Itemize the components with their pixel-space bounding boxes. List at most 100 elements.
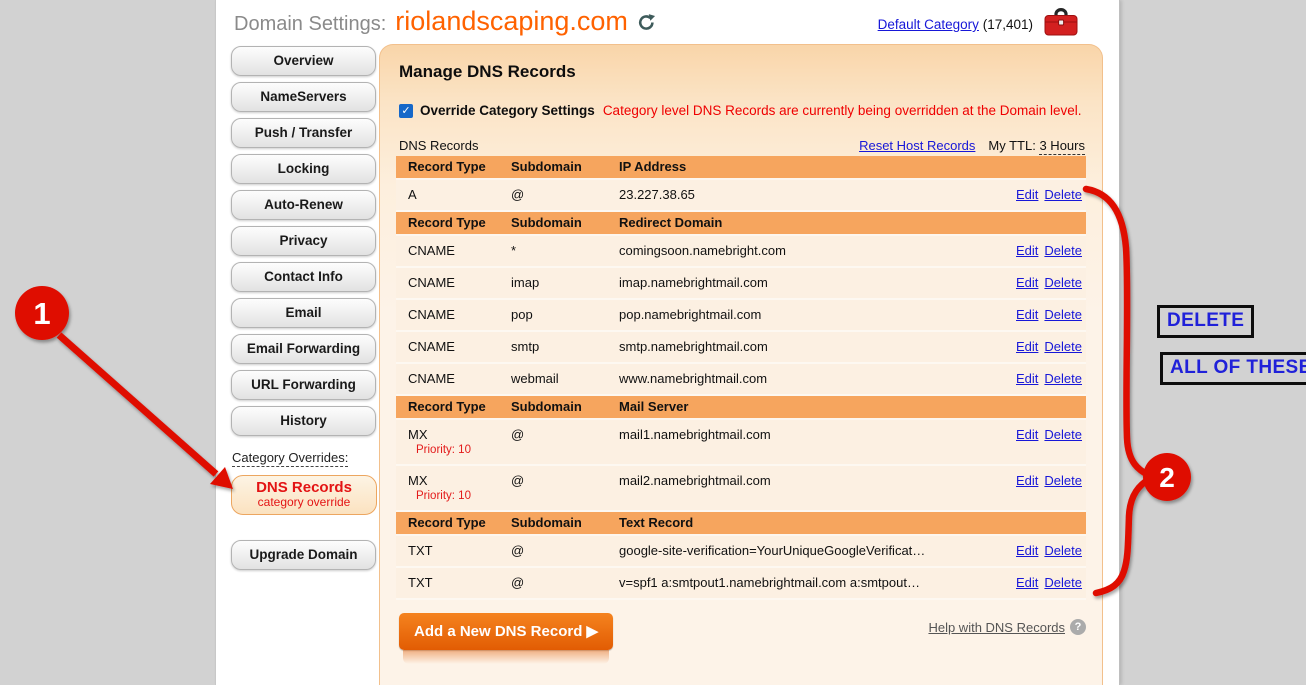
record-type-cell: CNAME (396, 371, 511, 386)
delete-link[interactable]: Delete (1044, 371, 1082, 386)
delete-link[interactable]: Delete (1044, 427, 1082, 442)
edit-link[interactable]: Edit (1016, 339, 1038, 354)
default-category-link[interactable]: Default Category (878, 17, 979, 32)
record-type: CNAME (408, 307, 511, 322)
record-type-cell: MX Priority: 10 (396, 427, 511, 456)
sidebar-item-upgrade-domain[interactable]: Upgrade Domain (231, 540, 376, 570)
delete-link[interactable]: Delete (1044, 473, 1082, 488)
delete-link[interactable]: Delete (1044, 187, 1082, 202)
delete-link[interactable]: Delete (1044, 243, 1082, 258)
delete-link[interactable]: Delete (1044, 275, 1082, 290)
record-type: TXT (408, 575, 511, 590)
record-type-cell: TXT (396, 543, 511, 558)
table-row: MXPriority: 10@mail1.namebrightmail.comE… (396, 420, 1086, 466)
sidebar-item-dns-records[interactable]: DNS Records category override (231, 475, 377, 515)
delete-link[interactable]: Delete (1044, 307, 1082, 322)
column-header: Record Type (396, 399, 511, 414)
edit-link[interactable]: Edit (1016, 473, 1038, 488)
ttl-display: My TTL: 3 Hours (988, 138, 1085, 153)
row-actions: Edit Delete (1000, 575, 1086, 590)
dns-records-label: DNS Records (232, 480, 376, 496)
record-value-cell: mail1.namebrightmail.com (619, 427, 1000, 442)
column-header: Subdomain (511, 515, 619, 530)
table-row: MXPriority: 10@mail2.namebrightmail.comE… (396, 466, 1086, 512)
sidebar-item-email[interactable]: Email (231, 298, 376, 328)
subdomain-cell: @ (511, 575, 619, 590)
page-title: Domain Settings: (234, 13, 386, 36)
override-checkbox[interactable]: ✓ (399, 104, 413, 118)
reset-host-records-link[interactable]: Reset Host Records (859, 138, 975, 153)
category-info: Default Category (17,401) (878, 17, 1033, 32)
table-section-header: Record TypeSubdomainText Record (396, 512, 1086, 536)
record-type: MX (408, 427, 511, 442)
mx-priority: Priority: 10 (416, 444, 511, 456)
subdomain-cell: pop (511, 307, 619, 322)
category-overrides-label: Category Overrides: (232, 450, 348, 467)
edit-link[interactable]: Edit (1016, 307, 1038, 322)
sidebar-item-contact-info[interactable]: Contact Info (231, 262, 376, 292)
annotation-step-1-badge (15, 286, 69, 340)
help-dns-records-link[interactable]: Help with DNS Records (928, 620, 1065, 635)
sidebar-item-url-forwarding[interactable]: URL Forwarding (231, 370, 376, 400)
column-header: IP Address (619, 159, 1000, 174)
annotation-arrow (59, 335, 216, 474)
sidebar-item-nameservers[interactable]: NameServers (231, 82, 376, 112)
override-row: ✓ Override Category Settings Category le… (399, 103, 1086, 118)
edit-link[interactable]: Edit (1016, 371, 1038, 386)
override-warning-text: Category level DNS Records are currently… (603, 103, 1082, 118)
sidebar-item-email-forwarding[interactable]: Email Forwarding (231, 334, 376, 364)
edit-link[interactable]: Edit (1016, 275, 1038, 290)
add-dns-record-button[interactable]: Add a New DNS Record ▶ (399, 613, 613, 650)
question-mark-icon[interactable]: ? (1070, 619, 1086, 635)
edit-link[interactable]: Edit (1016, 187, 1038, 202)
ttl-value[interactable]: 3 Hours (1039, 138, 1085, 155)
toolbox-icon[interactable] (1043, 7, 1079, 42)
record-type: MX (408, 473, 511, 488)
column-header: Text Record (619, 515, 1000, 530)
table-row: TXT@google-site-verification=YourUniqueG… (396, 536, 1086, 568)
column-header: Mail Server (619, 399, 1000, 414)
delete-link[interactable]: Delete (1044, 339, 1082, 354)
help-area: Help with DNS Records ? (928, 619, 1086, 635)
edit-link[interactable]: Edit (1016, 243, 1038, 258)
bottom-row: Add a New DNS Record ▶ Help with DNS Rec… (396, 613, 1086, 650)
dns-records-section-label: DNS Records (399, 138, 478, 153)
subdomain-cell: webmail (511, 371, 619, 386)
mx-priority: Priority: 10 (416, 490, 511, 502)
table-section-header: Record TypeSubdomainRedirect Domain (396, 212, 1086, 236)
column-header: Subdomain (511, 215, 619, 230)
column-header: Subdomain (511, 159, 619, 174)
column-header: Record Type (396, 159, 511, 174)
refresh-icon[interactable] (637, 13, 656, 37)
sidebar-item-push-transfer[interactable]: Push / Transfer (231, 118, 376, 148)
row-actions: Edit Delete (1000, 427, 1086, 442)
record-type: CNAME (408, 275, 511, 290)
sidebar-item-locking[interactable]: Locking (231, 154, 376, 184)
sidebar-buttons: Overview NameServers Push / Transfer Lockin… (231, 46, 376, 436)
record-type: TXT (408, 543, 511, 558)
records-toolbar: DNS Records Reset Host Records My TTL: 3… (399, 138, 1085, 153)
edit-link[interactable]: Edit (1016, 575, 1038, 590)
table-row: CNAMEimapimap.namebrightmail.comEditDele… (396, 268, 1086, 300)
sidebar-item-privacy[interactable]: Privacy (231, 226, 376, 256)
category-override-sublabel: category override (232, 496, 376, 509)
record-value-cell: www.namebrightmail.com (619, 371, 1000, 386)
edit-link[interactable]: Edit (1016, 543, 1038, 558)
subdomain-cell: smtp (511, 339, 619, 354)
subdomain-cell: imap (511, 275, 619, 290)
page-card: Domain Settings: riolandscaping.com Defa… (215, 0, 1120, 685)
sidebar-item-overview[interactable]: Overview (231, 46, 376, 76)
table-section-header: Record TypeSubdomainIP Address (396, 156, 1086, 180)
sidebar-item-history[interactable]: History (231, 406, 376, 436)
override-checkbox-label: Override Category Settings (420, 103, 595, 118)
sidebar-item-auto-renew[interactable]: Auto-Renew (231, 190, 376, 220)
edit-link[interactable]: Edit (1016, 427, 1038, 442)
ttl-label: My TTL: (988, 138, 1035, 153)
delete-link[interactable]: Delete (1044, 575, 1082, 590)
record-value-cell: v=spf1 a:smtpout1.namebrightmail.com a:s… (619, 575, 1000, 590)
column-header: Record Type (396, 215, 511, 230)
table-section-header: Record TypeSubdomainMail Server (396, 396, 1086, 420)
sidebar: Overview NameServers Push / Transfer Lockin… (231, 46, 376, 576)
delete-link[interactable]: Delete (1044, 543, 1082, 558)
row-actions: Edit Delete (1000, 543, 1086, 558)
